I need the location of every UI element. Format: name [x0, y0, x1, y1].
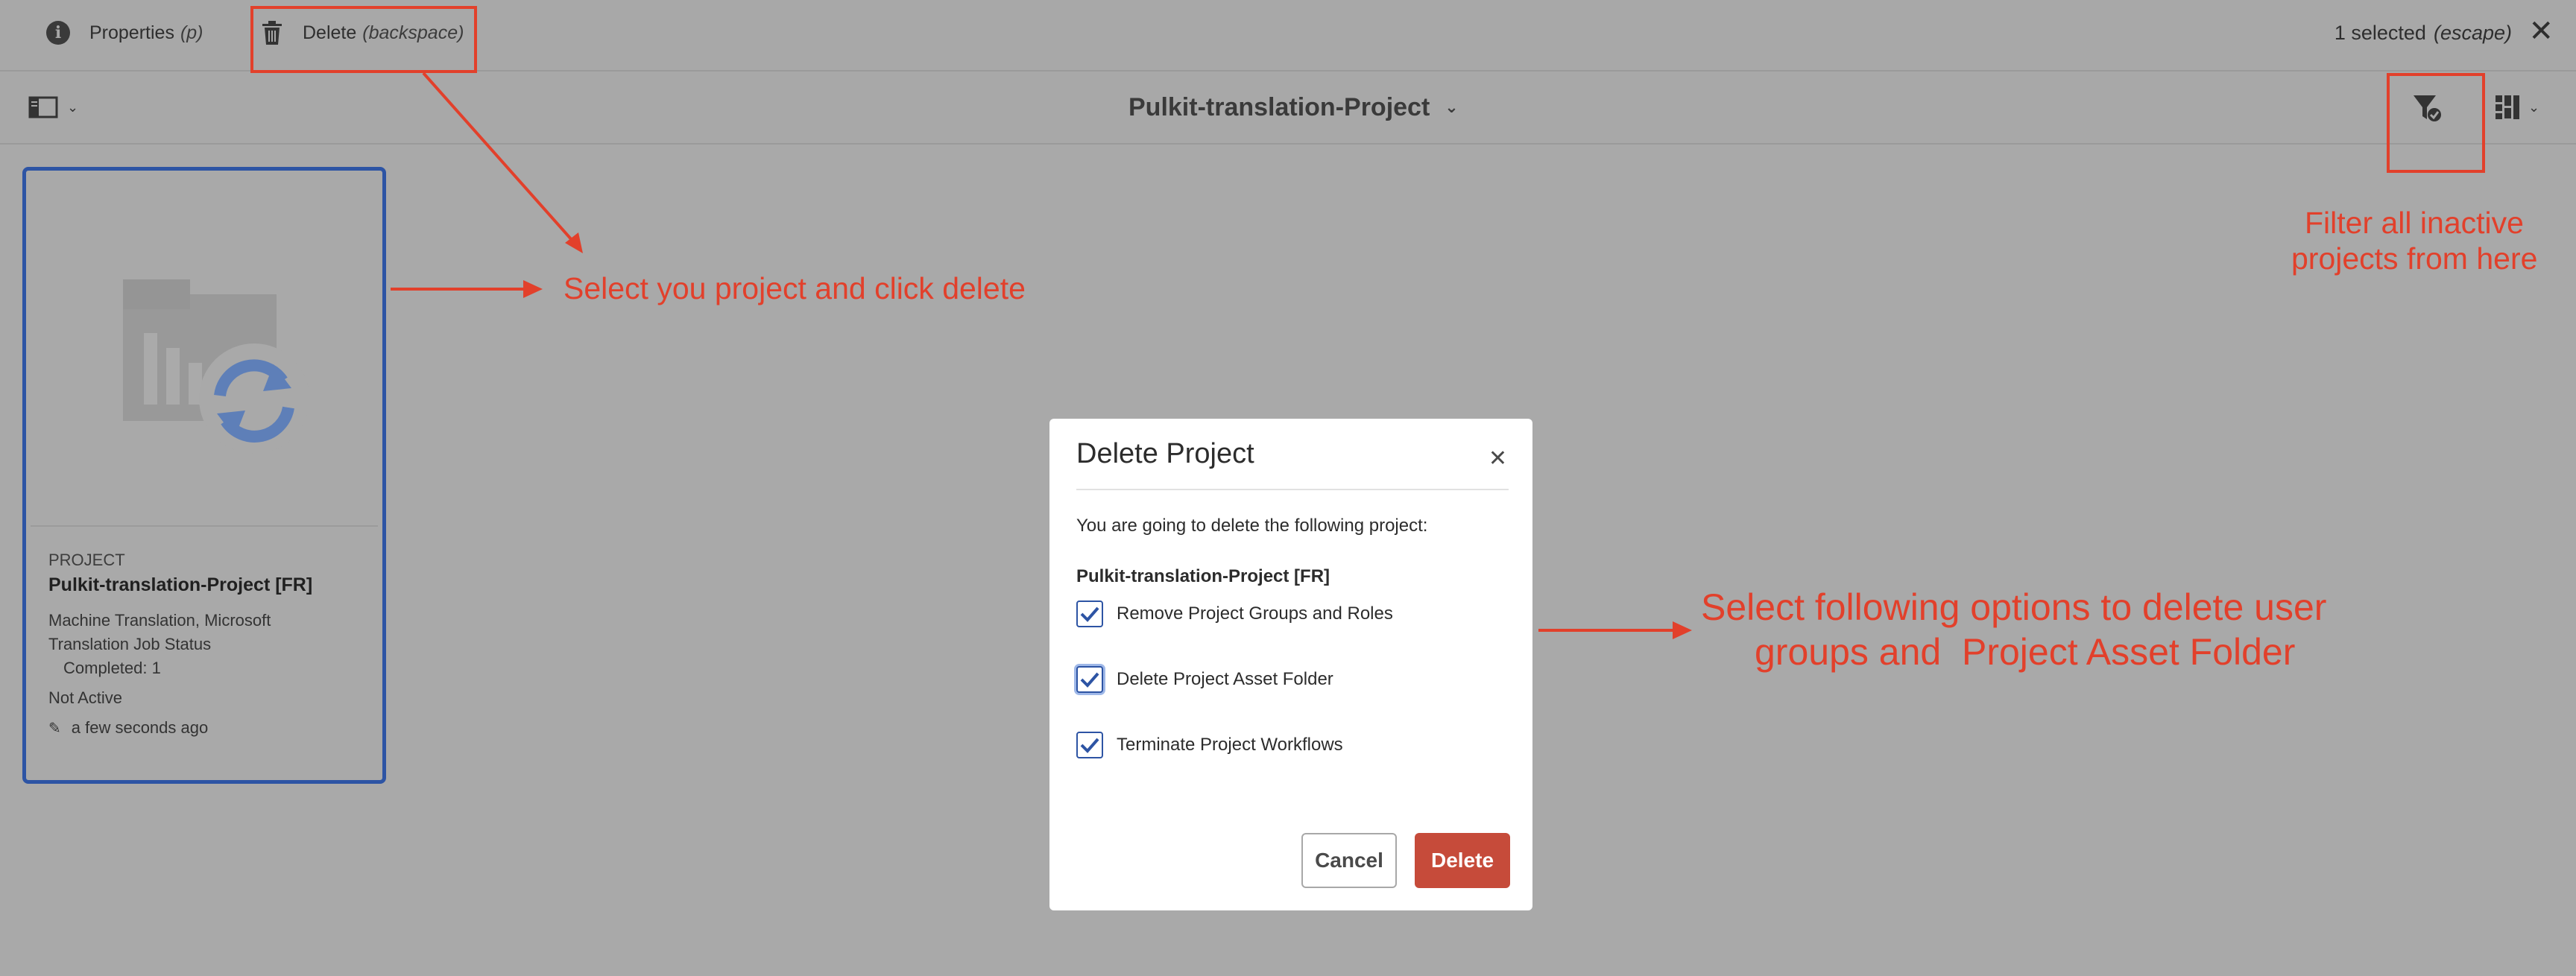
sidebar-icon [28, 96, 58, 118]
option-terminate-workflows[interactable]: Terminate Project Workflows [1076, 732, 1343, 758]
project-status: Not Active [48, 688, 123, 707]
annotation-select-delete: Select you project and click delete [564, 271, 1026, 305]
translation-project-icon [123, 279, 309, 454]
checkbox-terminate-workflows[interactable] [1076, 732, 1103, 758]
checkmark-icon [1080, 672, 1099, 688]
properties-label: Properties [89, 22, 174, 43]
checkbox-remove-groups[interactable] [1076, 601, 1103, 627]
dialog-divider [1076, 489, 1509, 490]
properties-shortcut: (p) [180, 22, 203, 43]
chevron-down-icon: ⌄ [1445, 98, 1459, 116]
rail-toggle[interactable]: ⌄ [28, 95, 78, 119]
selection-count: 1 selected (escape) [2334, 0, 2512, 66]
chevron-down-icon: ⌄ [2528, 99, 2540, 115]
selected-shortcut: (escape) [2433, 21, 2512, 44]
checkbox-delete-asset-folder[interactable] [1076, 666, 1103, 693]
close-icon[interactable]: ✕ [1489, 446, 1507, 472]
close-icon[interactable]: ✕ [2528, 16, 2554, 46]
option-label: Remove Project Groups and Roles [1117, 603, 1393, 624]
dialog-message: You are going to delete the following pr… [1076, 516, 1428, 536]
project-modified: ✎ a few seconds ago [48, 718, 367, 738]
modified-time: a few seconds ago [71, 718, 209, 737]
project-description-2: Translation Job Status [48, 635, 212, 653]
annotation-filter-2: projects from here [2291, 241, 2538, 276]
delete-project-dialog: Delete Project ✕ You are going to delete… [1049, 419, 1532, 910]
delete-button[interactable]: Delete [1415, 833, 1510, 888]
properties-action[interactable]: i Properties (p) [46, 0, 203, 66]
dialog-project-name: Pulkit-translation-Project [FR] [1076, 566, 1330, 586]
toolbar: ⌄ Pulkit-translation-Project ⌄ ⌄ [0, 72, 2576, 145]
view-switcher[interactable]: ⌄ [2494, 94, 2539, 121]
pencil-icon: ✎ [48, 720, 61, 737]
dialog-title: Delete Project [1076, 438, 1254, 469]
project-meta: PROJECT Pulkit-translation-Project [FR] … [48, 551, 367, 738]
project-name: Pulkit-translation-Project [FR] [48, 574, 313, 595]
annotation-options-1: Select following options to delete user [1701, 586, 2327, 628]
project-type: PROJECT [48, 551, 125, 569]
selected-count-label: 1 selected [2334, 21, 2426, 44]
info-icon: i [46, 21, 70, 45]
project-thumbnail [31, 175, 378, 527]
chevron-down-icon: ⌄ [67, 99, 79, 115]
annotation-box-delete [250, 6, 477, 73]
project-description-1: Machine Translation, Microsoft [48, 611, 271, 630]
checkmark-icon [1080, 606, 1099, 622]
card-view-icon [2496, 95, 2519, 119]
page-title: Pulkit-translation-Project [1128, 92, 1430, 121]
option-remove-groups[interactable]: Remove Project Groups and Roles [1076, 601, 1393, 627]
annotation-filter-1: Filter all inactive [2305, 206, 2524, 240]
annotation-options-2: groups and Project Asset Folder [1755, 631, 2296, 673]
project-card[interactable]: PROJECT Pulkit-translation-Project [FR] … [22, 167, 386, 784]
option-label: Delete Project Asset Folder [1117, 669, 1333, 689]
option-label: Terminate Project Workflows [1117, 735, 1343, 755]
cancel-button[interactable]: Cancel [1301, 833, 1397, 888]
page-title-dropdown[interactable]: Pulkit-translation-Project ⌄ [1128, 72, 1459, 143]
option-delete-asset-folder[interactable]: Delete Project Asset Folder [1076, 666, 1333, 693]
checkmark-icon [1080, 738, 1099, 753]
annotation-box-filter [2387, 73, 2485, 173]
project-completed: Completed: 1 [63, 659, 161, 677]
